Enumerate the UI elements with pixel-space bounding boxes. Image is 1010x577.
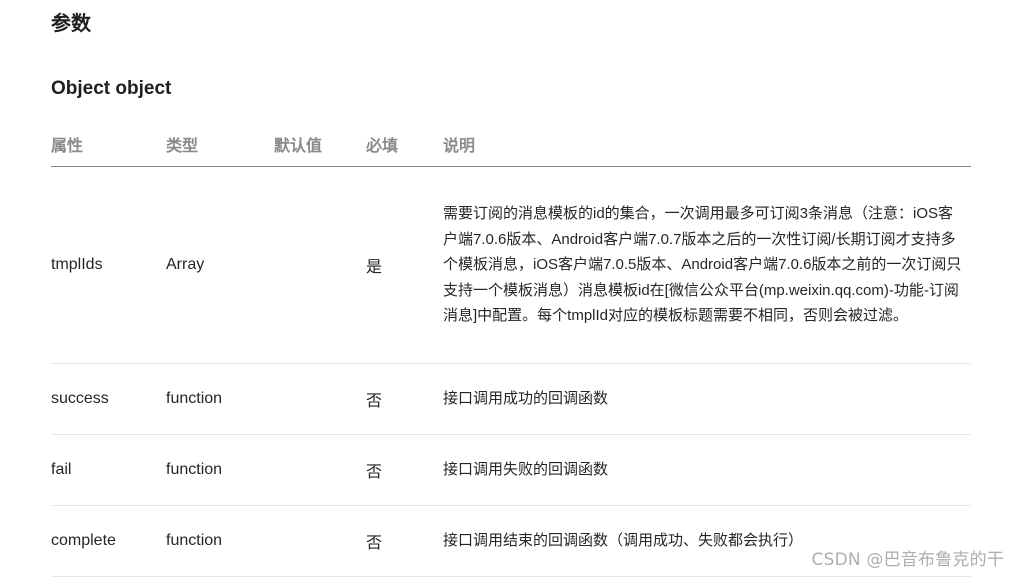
cell-default [274,166,366,364]
cell-type: function [166,363,274,435]
cell-property: complete [51,505,166,577]
object-title: Object object [51,78,172,99]
cell-default [274,505,366,577]
header-required: 必填 [366,122,443,167]
header-description: 说明 [443,122,971,167]
table-row: success function 否 接口调用成功的回调函数 [51,363,971,435]
cell-type: function [166,434,274,506]
cell-required: 否 [366,434,443,506]
cell-description: 接口调用失败的回调函数 [443,434,971,506]
table-row: tmplIds Array 是 需要订阅的消息模板的id的集合，一次调用最多可订… [51,166,971,364]
header-type: 类型 [166,122,274,167]
table-row: fail function 否 接口调用失败的回调函数 [51,434,971,506]
cell-type: function [166,505,274,577]
cell-default [274,434,366,506]
cell-required: 是 [366,166,443,364]
cell-property: success [51,363,166,435]
cell-required: 否 [366,505,443,577]
section-title: 参数 [51,13,91,35]
cell-required: 否 [366,363,443,435]
cell-default [274,363,366,435]
parameter-table: 属性 类型 默认值 必填 说明 tmplIds Array 是 需要订阅的消息模… [51,122,971,577]
cell-property: fail [51,434,166,506]
cell-type: Array [166,166,274,364]
cell-property: tmplIds [51,166,166,364]
cell-description: 需要订阅的消息模板的id的集合，一次调用最多可订阅3条消息（注意：iOS客户端7… [443,166,971,364]
header-default: 默认值 [274,122,366,167]
table-header-row: 属性 类型 默认值 必填 说明 [51,122,971,167]
cell-description: 接口调用成功的回调函数 [443,363,971,435]
watermark: CSDN @巴音布鲁克的干 [811,550,1004,570]
header-property: 属性 [51,122,166,167]
